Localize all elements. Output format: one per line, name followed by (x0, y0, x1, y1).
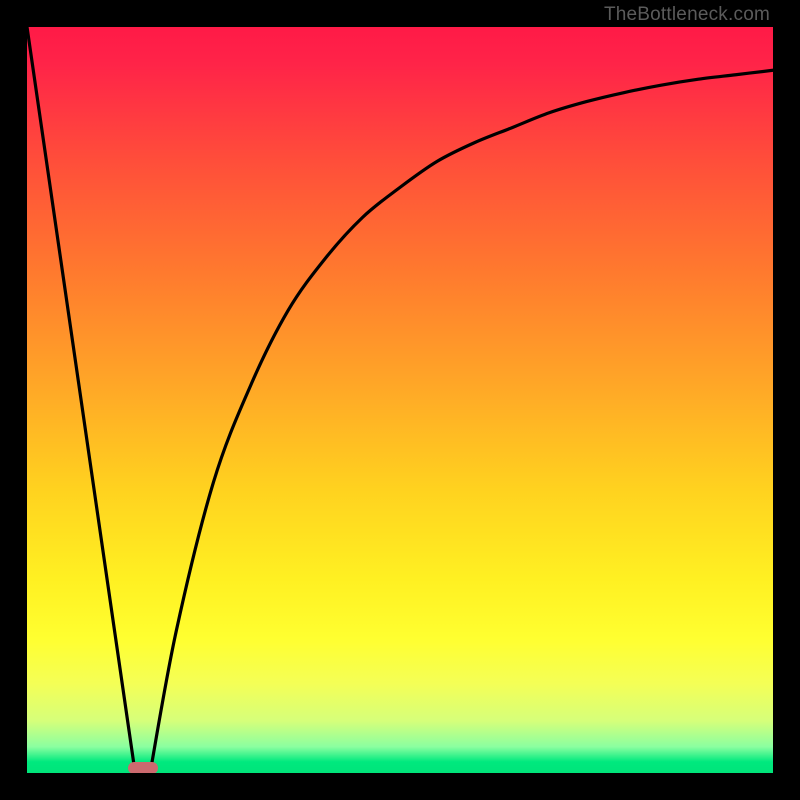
curve-layer (27, 27, 773, 773)
curve-right-branch (150, 70, 773, 773)
minimum-marker (128, 762, 158, 773)
chart-frame: TheBottleneck.com (0, 0, 800, 800)
plot-area (27, 27, 773, 773)
curve-left-branch (27, 27, 135, 773)
watermark-text: TheBottleneck.com (604, 4, 770, 26)
